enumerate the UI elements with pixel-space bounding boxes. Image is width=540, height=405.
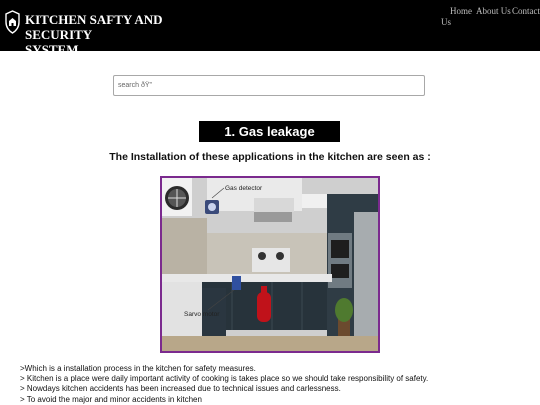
- site-title-line2: SYSTEM: [25, 42, 79, 57]
- nav-about-us-link[interactable]: About Us: [476, 6, 511, 17]
- servo-motor-label: Sarvo motor: [184, 311, 220, 318]
- nav-home-link[interactable]: Home: [450, 6, 472, 17]
- site-title: KITCHEN SAFTY AND SECURITY SYSTEM: [25, 12, 225, 57]
- gas-detector-label: Gas detector: [225, 185, 263, 192]
- top-header: KITCHEN SAFTY AND SECURITY SYSTEM Home A…: [0, 0, 540, 57]
- kitchen-image: Gas detector Sarvo motor: [160, 176, 380, 353]
- top-nav: Home About Us Contact Us: [441, 6, 540, 36]
- description-line: > Nowdays kitchen accidents has been inc…: [20, 384, 341, 394]
- description-paragraph: >Which is a installation process in the …: [20, 364, 530, 405]
- search-input[interactable]: [113, 75, 425, 96]
- site-title-line1: KITCHEN SAFTY AND SECURITY: [25, 12, 163, 42]
- description-line: > To avoid the major and minor accidents…: [20, 394, 202, 404]
- kitchen-illustration: Gas detector Sarvo motor: [162, 178, 378, 351]
- section-heading: 1. Gas leakage detector: [199, 121, 340, 160]
- description-line: > Kitchen is a place were daily importan…: [20, 374, 429, 384]
- shield-logo-icon: [5, 10, 20, 34]
- nav-contact-link[interactable]: Contact: [512, 6, 540, 17]
- section-subheading: The Installation of these applications i…: [109, 151, 431, 163]
- description-line: >Which is a installation process in the …: [20, 364, 256, 373]
- nav-contact-link-wrap[interactable]: Us: [441, 17, 451, 28]
